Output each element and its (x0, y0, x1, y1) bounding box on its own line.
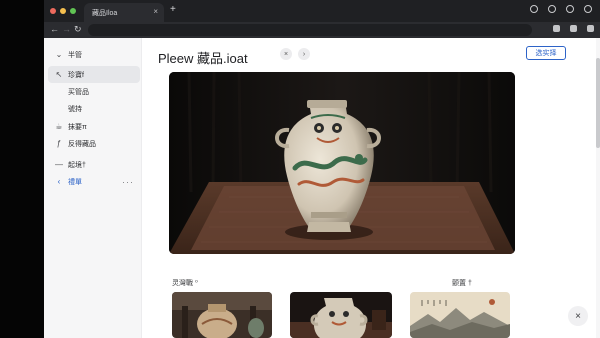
chevron-down-icon: ⌄ (55, 50, 63, 59)
reload-icon[interactable]: ↻ (74, 24, 82, 35)
tab-close-icon[interactable]: × (153, 7, 158, 16)
sidebar-item-label: 禮單 (68, 178, 82, 186)
back-arrow-icon: ‹ (57, 177, 61, 186)
browser-window: 藏品Iloa × + ← → ↻ ⌄ 半管 ↖ 珍寶f 买管品 號持 ☕ 抹要π… (44, 0, 600, 338)
sidebar: ⌄ 半管 ↖ 珍寶f 买管品 號持 ☕ 抹要π ƒ 反得藏品 — 起境† ‹ 禮… (44, 38, 142, 338)
close-viewer-button[interactable]: × (568, 306, 588, 326)
profile-icon[interactable] (548, 5, 556, 13)
sidebar-item-label: 买管品 (68, 88, 89, 96)
thumbnail-1-image (172, 292, 272, 338)
more-options-icon[interactable]: ··· (122, 177, 134, 187)
teapot-icon: ☕ (55, 122, 63, 131)
share-icon[interactable] (570, 25, 577, 32)
sidebar-item-buy[interactable]: 买管品 (48, 83, 140, 100)
browser-toolbar-icons (530, 5, 592, 13)
sidebar-item-label: 抹要π (68, 123, 87, 131)
bookmark-icon[interactable] (553, 25, 560, 32)
sidebar-item-acquired[interactable]: ƒ 反得藏品 (48, 135, 140, 152)
title-close-icon[interactable]: × (280, 48, 292, 60)
title-expand-icon[interactable]: › (298, 48, 310, 60)
thumbnail-3[interactable] (410, 292, 510, 338)
thumbnail-2[interactable] (290, 292, 392, 338)
scrollbar-thumb[interactable] (596, 58, 600, 148)
sidebar-item-treasures[interactable]: ↖ 珍寶f (48, 66, 140, 83)
extension-icon[interactable] (530, 5, 538, 13)
forward-icon[interactable]: → (62, 24, 71, 34)
thumbnail-2-image (290, 292, 392, 338)
sidebar-item-start[interactable]: — 起境† (48, 156, 140, 173)
thumbnail-3-image (410, 292, 510, 338)
dash-icon: — (55, 160, 63, 169)
sidebar-item-label: 號持 (68, 105, 82, 113)
sidebar-item-tea[interactable]: ☕ 抹要π (48, 118, 140, 135)
navigation-bar: ← → ↻ (44, 22, 600, 38)
tab-strip: 藏品Iloa × + (44, 0, 600, 22)
minimize-window-icon[interactable] (60, 8, 66, 14)
download-icon[interactable] (566, 5, 574, 13)
menu-icon[interactable] (587, 25, 594, 32)
tab-title: 藏品Iloa (92, 9, 118, 17)
sidebar-heading-label: 半管 (68, 51, 82, 59)
sidebar-item-gift[interactable]: ‹ 禮單 ··· (48, 173, 140, 190)
main-content: Pleew 藏品.ioat × › 选实择 灵灣戰 ⁰ 颤置 † × (142, 38, 600, 338)
sidebar-item-label: 反得藏品 (68, 140, 96, 148)
spark-icon: ƒ (56, 139, 62, 148)
sidebar-item-label: 珍寶f (68, 71, 84, 79)
address-bar[interactable] (88, 24, 532, 36)
window-restore-icon[interactable] (584, 5, 592, 13)
window-controls (50, 8, 76, 14)
page-title: Pleew 藏品.ioat (158, 51, 248, 66)
arrow-cursor-icon: ↖ (55, 70, 63, 79)
nav-extension-icons (553, 25, 594, 32)
desktop-background (0, 0, 44, 338)
thumbnail-1[interactable] (172, 292, 272, 338)
sidebar-item-label: 起境† (68, 161, 86, 169)
related-section-label: 灵灣戰 ⁰ (172, 280, 198, 287)
back-icon[interactable]: ← (50, 24, 59, 34)
vase-photo (169, 72, 515, 254)
maximize-window-icon[interactable] (70, 8, 76, 14)
close-window-icon[interactable] (50, 8, 56, 14)
select-button[interactable]: 选实择 (526, 46, 566, 60)
gallery-section-label[interactable]: 颤置 † (452, 278, 472, 288)
sidebar-heading[interactable]: ⌄ 半管 (48, 46, 140, 63)
sidebar-item-hold[interactable]: 號持 (48, 100, 140, 117)
artifact-image-viewer[interactable] (169, 72, 515, 254)
new-tab-button[interactable]: + (170, 4, 176, 15)
active-tab[interactable]: 藏品Iloa × (84, 3, 164, 22)
